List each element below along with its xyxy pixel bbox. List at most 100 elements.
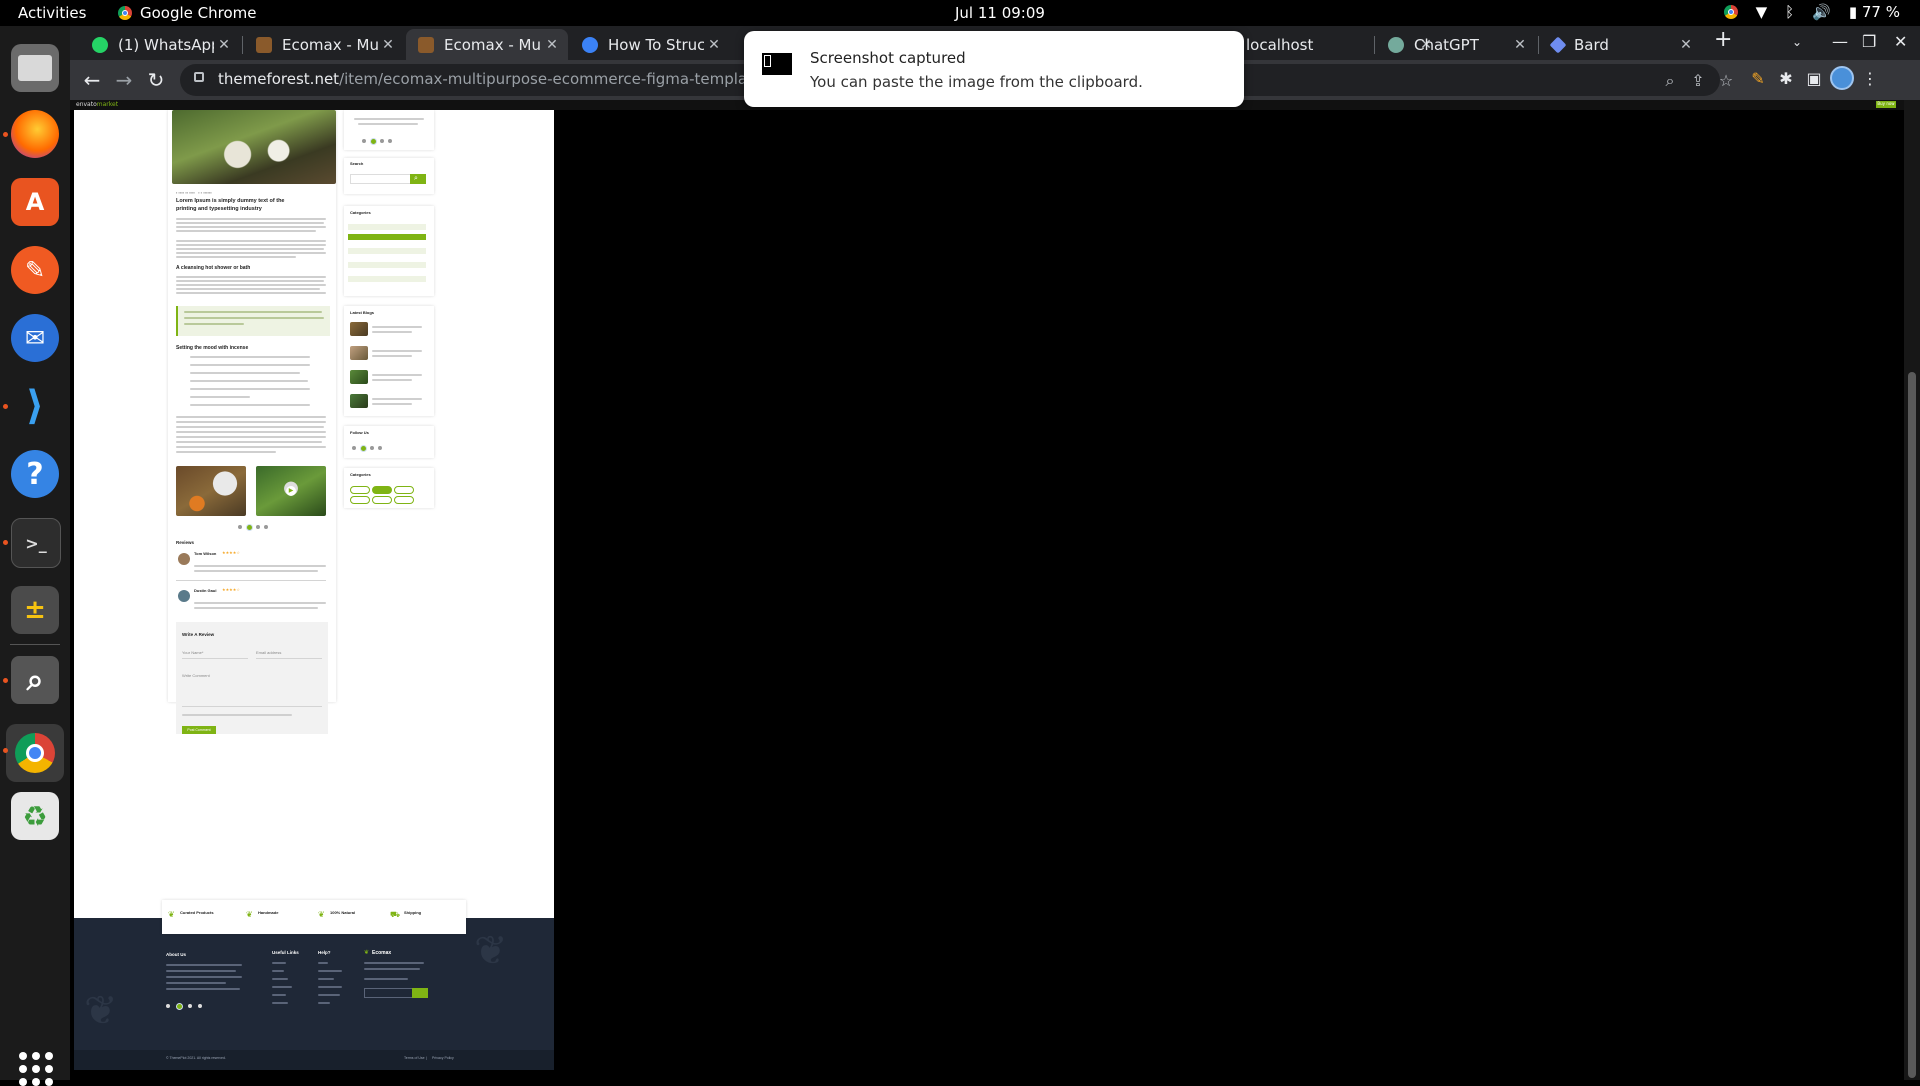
pager-dot[interactable] <box>388 139 392 143</box>
footer-link[interactable] <box>272 1002 288 1004</box>
tab-whatsapp[interactable]: (1) WhatsApp ✕ <box>80 29 240 60</box>
instagram-icon[interactable] <box>370 446 374 450</box>
lock-icon[interactable] <box>194 72 204 82</box>
tag-pill[interactable] <box>372 496 392 504</box>
files-icon[interactable] <box>11 44 59 92</box>
play-icon[interactable]: ▶ <box>286 486 296 496</box>
tag-pill[interactable] <box>350 486 370 494</box>
category-item-active[interactable] <box>348 234 426 240</box>
screenshot-notification[interactable]: Screenshot captured You can paste the im… <box>744 31 1244 107</box>
save-info-checkbox-line[interactable] <box>182 714 292 716</box>
thunderbird-icon[interactable]: ✉ <box>11 314 59 362</box>
scrollbar-thumb[interactable] <box>1908 372 1916 1078</box>
blog-title-line[interactable] <box>372 326 422 328</box>
name-field[interactable]: Your Name* <box>182 650 203 655</box>
blog-title-line[interactable] <box>372 331 412 333</box>
blog-title-line[interactable] <box>372 398 422 400</box>
extension-pen-icon[interactable]: ✎ <box>1748 69 1768 88</box>
page-scrollbar[interactable] <box>1904 100 1920 1080</box>
close-tab-icon[interactable]: ✕ <box>704 37 724 53</box>
system-tray[interactable]: ▼ ᛒ 🔊 ▮ 77 % <box>1723 3 1900 21</box>
footer-social-icon[interactable] <box>188 1004 192 1008</box>
footer-social-icon[interactable] <box>198 1004 202 1008</box>
tag-pill[interactable] <box>394 486 414 494</box>
footer-social-icon[interactable] <box>166 1004 170 1008</box>
tag-pill-active[interactable] <box>372 486 392 494</box>
chrome-icon[interactable] <box>6 724 64 782</box>
pager-dot-active[interactable] <box>370 138 377 145</box>
blog-title-line[interactable] <box>372 374 422 376</box>
new-tab-icon[interactable]: + <box>1714 27 1732 52</box>
clock[interactable]: Jul 11 09:09 <box>955 4 1045 22</box>
footer-link[interactable] <box>318 986 342 988</box>
back-icon[interactable]: ← <box>80 68 104 92</box>
vscode-icon[interactable]: ⟩ <box>11 382 59 430</box>
buy-now-button[interactable]: Buy now <box>1876 101 1896 108</box>
pager-dot-active[interactable] <box>246 524 253 531</box>
chrome-tray-icon[interactable] <box>1723 5 1738 19</box>
restore-icon[interactable]: ❐ <box>1862 32 1876 51</box>
blog-title-line[interactable] <box>372 355 412 357</box>
extensions-puzzle-icon[interactable]: ✱ <box>1776 69 1796 88</box>
footer-link[interactable] <box>272 970 284 972</box>
facebook-icon[interactable] <box>352 446 356 450</box>
tab-ecomax-active[interactable]: Ecomax - Multipurpose ✕ <box>406 29 568 60</box>
forward-icon[interactable]: → <box>112 68 136 92</box>
envato-logo[interactable]: envatomarket <box>76 101 118 108</box>
pager-dot[interactable] <box>380 139 384 143</box>
sidebar-search-button[interactable]: ⌕ <box>410 174 426 184</box>
share-icon[interactable]: ⇪ <box>1688 71 1708 90</box>
close-tab-icon[interactable]: ✕ <box>214 37 234 53</box>
footer-link[interactable] <box>318 962 328 964</box>
tab-ecomax-1[interactable]: Ecomax - Multipurpose ✕ <box>244 29 404 60</box>
tag-pill[interactable] <box>394 496 414 504</box>
category-item[interactable] <box>348 276 426 282</box>
footer-link[interactable] <box>272 986 292 988</box>
minimize-icon[interactable]: — <box>1832 32 1848 51</box>
blog-thumb[interactable] <box>350 394 368 408</box>
calculator-icon[interactable]: ± <box>11 586 59 634</box>
tab-search-icon[interactable]: ⌄ <box>1792 35 1802 49</box>
tab-chatgpt[interactable]: ChatGPT ✕ <box>1376 29 1536 60</box>
close-tab-icon[interactable]: ✕ <box>378 37 398 53</box>
pager-dot[interactable] <box>362 139 366 143</box>
zoom-icon[interactable]: ⌕ <box>1660 71 1680 91</box>
category-item[interactable] <box>348 224 426 230</box>
blog-thumb[interactable] <box>350 370 368 384</box>
footer-link[interactable] <box>272 962 286 964</box>
pager-dot[interactable] <box>238 525 242 529</box>
trash-icon[interactable]: ♻ <box>11 792 59 840</box>
email-field[interactable]: Email address <box>256 650 281 655</box>
post-comment-button[interactable]: Post Comment <box>182 726 216 734</box>
bookmark-star-icon[interactable]: ☆ <box>1716 71 1736 90</box>
magnifier-icon[interactable]: ⌕ <box>11 656 59 704</box>
tag-pill[interactable] <box>350 496 370 504</box>
activities-button[interactable]: Activities <box>18 4 86 22</box>
pager-dot[interactable] <box>256 525 260 529</box>
privacy-link[interactable]: Privacy Policy <box>432 1056 454 1060</box>
show-apps-icon[interactable] <box>19 1052 53 1086</box>
app-menu[interactable]: Google Chrome <box>118 4 257 22</box>
footer-link[interactable] <box>318 970 342 972</box>
newsletter-input[interactable] <box>364 988 414 998</box>
footer-link[interactable] <box>318 994 340 996</box>
close-window-icon[interactable]: ✕ <box>1894 32 1907 51</box>
close-tab-icon[interactable]: ✕ <box>1676 37 1696 53</box>
gallery-photo-1[interactable] <box>176 466 246 516</box>
linkedin-icon[interactable] <box>378 446 382 450</box>
footer-link[interactable] <box>318 978 334 980</box>
twitter-icon[interactable] <box>360 445 367 452</box>
blog-thumb[interactable] <box>350 322 368 336</box>
tab-bard[interactable]: Bard ✕ <box>1540 29 1702 60</box>
footer-link[interactable] <box>272 978 288 980</box>
pager-dot[interactable] <box>264 525 268 529</box>
app-center-icon[interactable]: A <box>11 178 59 226</box>
comment-field[interactable]: Write Comment <box>182 673 210 678</box>
tab-how-to-structure[interactable]: How To Structure ✕ <box>570 29 730 60</box>
blog-title-line[interactable] <box>372 350 422 352</box>
footer-link[interactable] <box>318 1002 330 1004</box>
terms-link[interactable]: Terms of Use <box>404 1056 425 1060</box>
footer-social-icon[interactable] <box>176 1003 183 1010</box>
terminal-icon[interactable]: >_ <box>11 518 61 568</box>
reload-icon[interactable]: ↻ <box>144 68 168 92</box>
